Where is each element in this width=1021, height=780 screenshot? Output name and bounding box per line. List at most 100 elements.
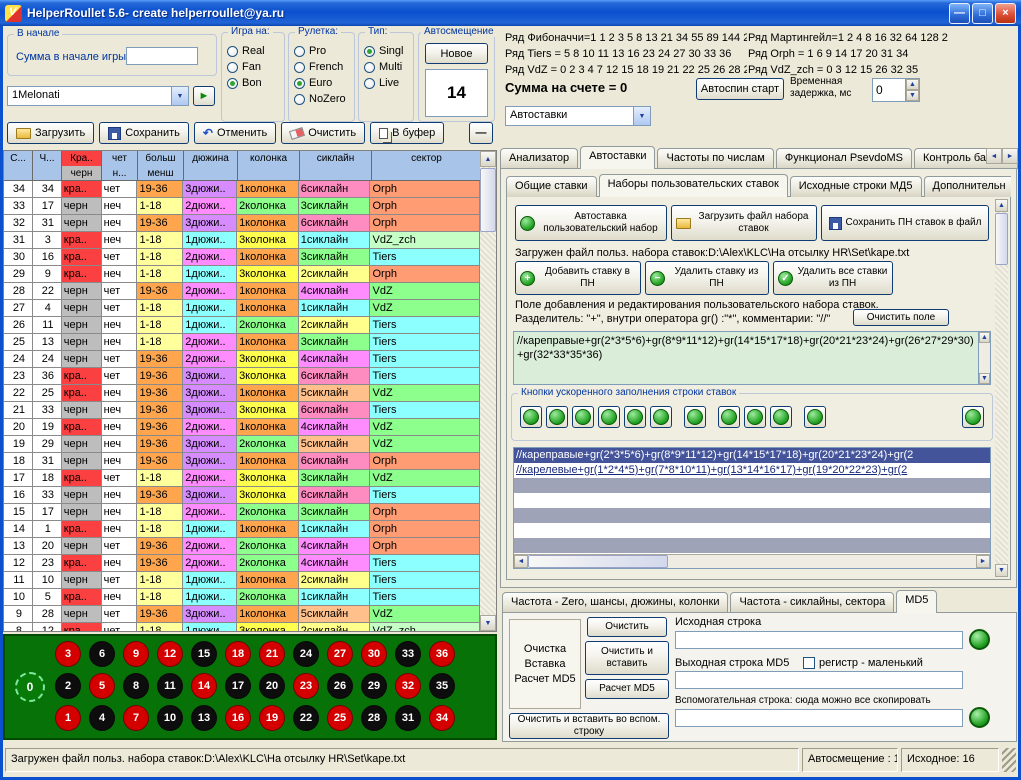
main-tab-3[interactable]: Частоты по числам [657, 148, 773, 169]
board-number-32[interactable]: 32 [395, 673, 421, 699]
save-button[interactable]: Сохранить [99, 122, 189, 144]
quick-fill-7[interactable] [684, 406, 706, 428]
delay-spinner[interactable]: 0 [872, 78, 920, 102]
undo-button[interactable]: Отменить [194, 122, 276, 144]
board-number-22[interactable]: 22 [293, 705, 319, 731]
sub-tab-4[interactable]: Дополнительн [924, 176, 1012, 197]
board-number-29[interactable]: 29 [361, 673, 387, 699]
board-number-15[interactable]: 15 [191, 641, 217, 667]
minimize-button[interactable]: — [949, 3, 970, 24]
board-number-7[interactable]: 7 [123, 705, 149, 731]
bottom-tab-3[interactable]: MD5 [896, 590, 937, 613]
table-row[interactable]: 1831черннеч19-363дюжи..1колонка6сиклайнO… [4, 453, 480, 470]
load-bet-file-button[interactable]: Загрузить файл набора ставок [671, 205, 817, 241]
board-number-36[interactable]: 36 [429, 641, 455, 667]
quick-fill-8[interactable] [718, 406, 740, 428]
table-row[interactable]: 1633черннеч19-363дюжи..3колонка6сиклайнT… [4, 487, 480, 504]
board-number-16[interactable]: 16 [225, 705, 251, 731]
board-number-31[interactable]: 31 [395, 705, 421, 731]
new-shift-button[interactable]: Новое [425, 43, 488, 64]
bets-listbox[interactable]: //кареправые+gr(2*3*5*6)+gr(8*9*11*12)+g… [513, 447, 991, 569]
board-number-17[interactable]: 17 [225, 673, 251, 699]
table-row[interactable]: 812кра..чет1-181дюжи..3колонка2сиклайнVd… [4, 623, 480, 631]
table-row[interactable]: 3016кра..чет1-182дюжи..1колонка3сиклайнT… [4, 249, 480, 266]
table-row[interactable]: 3317черннеч1-182дюжи..2колонка3сиклайнOr… [4, 198, 480, 215]
board-number-27[interactable]: 27 [327, 641, 353, 667]
table-row[interactable]: 2513черннеч1-182дюжи..1колонка3сиклайнTi… [4, 334, 480, 351]
main-tab-2[interactable]: Автоставки [580, 146, 655, 169]
sub-tab-2[interactable]: Наборы пользовательских ставок [599, 174, 788, 197]
chevron-down-icon[interactable] [171, 87, 188, 105]
table-vertical-scrollbar[interactable] [480, 151, 496, 631]
remove-all-bets-button[interactable]: ✓Удалить все ставки из ПН [773, 261, 893, 295]
board-number-4[interactable]: 4 [89, 705, 115, 731]
table-row[interactable]: 1718кра..чет1-182дюжи..3колонка3сиклайнV… [4, 470, 480, 487]
table-row[interactable]: 3231черннеч19-363дюжи..1колонка6сиклайнO… [4, 215, 480, 232]
table-row[interactable]: 2336кра..чет19-363дюжи..3колонка6сиклайн… [4, 368, 480, 385]
sub-tab-1[interactable]: Общие ставки [506, 176, 597, 197]
table-row[interactable]: 1517черннеч1-182дюжи..2колонка3сиклайнOr… [4, 504, 480, 521]
board-number-25[interactable]: 25 [327, 705, 353, 731]
scroll-thumb[interactable] [528, 555, 668, 568]
table-row[interactable]: 274чернчет1-181дюжи..1колонка1сиклайнVdZ [4, 300, 480, 317]
board-number-34[interactable]: 34 [429, 705, 455, 731]
board-number-13[interactable]: 13 [191, 705, 217, 731]
scroll-left-icon[interactable] [514, 555, 528, 568]
md5-calc-button[interactable]: Расчет MD5 [585, 679, 669, 699]
preset-combo[interactable]: 1Melonati [7, 86, 189, 106]
quick-fill-4[interactable] [598, 406, 620, 428]
copy-button[interactable]: В буфер [370, 122, 444, 144]
register-checkbox[interactable] [803, 657, 815, 669]
bottom-tab-2[interactable]: Частота - сиклайны, сектора [730, 592, 894, 613]
table-row[interactable]: 3434кра..чет19-363дюжи..1колонка6сиклайн… [4, 181, 480, 198]
md5-clear-button[interactable]: Очистить [587, 617, 667, 637]
table-row[interactable]: 2133черннеч19-363дюжи..3колонка6сиклайнT… [4, 402, 480, 419]
table-row[interactable]: 2019кра..неч19-362дюжи..1колонка4сиклайн… [4, 419, 480, 436]
quick-fill-2[interactable] [546, 406, 568, 428]
quick-fill-9[interactable] [744, 406, 766, 428]
load-button[interactable]: Загрузить [7, 122, 94, 144]
clear-button[interactable]: Очистить [281, 122, 365, 144]
list-item[interactable]: //карелевые+gr(1*2*4*5)+gr(7*8*10*11)+gr… [514, 463, 990, 478]
maximize-button[interactable]: □ [972, 3, 993, 24]
scroll-right-icon[interactable] [976, 555, 990, 568]
table-row[interactable]: 313кра..неч1-181дюжи..3колонка1сиклайнVd… [4, 232, 480, 249]
edit-scrollbar[interactable] [978, 332, 990, 384]
board-number-12[interactable]: 12 [157, 641, 183, 667]
radio-option-singl[interactable]: Singl [359, 43, 413, 59]
board-number-2[interactable]: 2 [55, 673, 81, 699]
board-number-30[interactable]: 30 [361, 641, 387, 667]
tab-scroll-right-button[interactable] [1002, 148, 1018, 164]
resize-grip[interactable] [1002, 748, 1016, 772]
remove-bet-button[interactable]: −Удалить ставку из ПН [645, 261, 769, 295]
board-number-3[interactable]: 3 [55, 641, 81, 667]
radio-option-real[interactable]: Real [222, 43, 284, 59]
radio-option-pro[interactable]: Pro [289, 43, 354, 59]
board-number-14[interactable]: 14 [191, 673, 217, 699]
radio-option-live[interactable]: Live [359, 75, 413, 91]
play-button[interactable] [193, 86, 215, 106]
quick-fill-3[interactable] [572, 406, 594, 428]
board-number-5[interactable]: 5 [89, 673, 115, 699]
board-number-35[interactable]: 35 [429, 673, 455, 699]
panel-vertical-scrollbar[interactable] [995, 199, 1008, 577]
clear-field-button[interactable]: Очистить поле [853, 309, 949, 326]
close-button[interactable]: × [995, 3, 1016, 24]
table-row[interactable]: 105кра..неч1-181дюжи..2колонка1сиклайнTi… [4, 589, 480, 606]
table-row[interactable]: 299кра..неч1-181дюжи..3колонка2сиклайнOr… [4, 266, 480, 283]
sub-tab-3[interactable]: Исходные строки МД5 [790, 176, 922, 197]
autospin-start-button[interactable]: Автоспин старт [696, 78, 784, 100]
scroll-down-icon[interactable] [480, 615, 496, 631]
board-number-23[interactable]: 23 [293, 673, 319, 699]
quick-fill-1[interactable] [520, 406, 542, 428]
md5-aux-paste-button[interactable]: Очистить и вставить во вспом. строку [509, 713, 669, 739]
table-row[interactable]: 2424чернчет19-362дюжи..3колонка4сиклайнT… [4, 351, 480, 368]
collapse-button[interactable]: — [469, 122, 493, 144]
scroll-down-icon[interactable] [979, 373, 990, 384]
quick-fill-12[interactable] [962, 406, 984, 428]
table-row[interactable]: 1110чернчет1-181дюжи..1колонка2сиклайнTi… [4, 572, 480, 589]
md5-out-input[interactable] [675, 671, 963, 689]
table-row[interactable]: 1929черннеч19-363дюжи..2колонка5сиклайнV… [4, 436, 480, 453]
table-row[interactable]: 1223кра..неч19-362дюжи..2колонка4сиклайн… [4, 555, 480, 572]
aux-string-input[interactable] [675, 709, 963, 727]
